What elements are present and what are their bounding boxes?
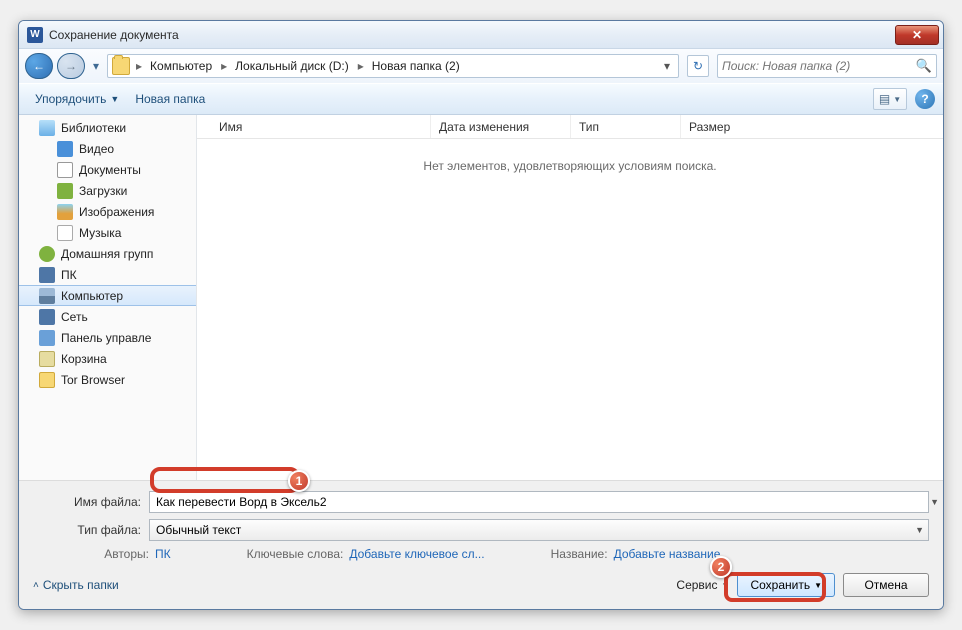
forward-icon: → <box>65 59 77 73</box>
img-icon <box>57 204 73 220</box>
folder-icon <box>112 57 130 75</box>
authors-label: Авторы: <box>104 547 149 561</box>
sidebar-item-сеть[interactable]: Сеть <box>19 306 196 327</box>
sidebar-item-корзина[interactable]: Корзина <box>19 348 196 369</box>
help-button[interactable]: ? <box>915 89 935 109</box>
sidebar-item-label: ПК <box>61 268 77 282</box>
breadcrumb-dropdown[interactable]: ▾ <box>658 59 676 73</box>
sidebar: Библиотеки Видео Документы Загрузки Изображе… <box>19 115 197 480</box>
search-icon: 🔍 <box>916 58 932 74</box>
column-headers: Имя Дата изменения Тип Размер <box>197 115 943 139</box>
sidebar-item-label: Панель управле <box>61 331 151 345</box>
col-date[interactable]: Дата изменения <box>431 115 571 138</box>
nav-history-dropdown[interactable]: ▾ <box>89 53 103 79</box>
breadcrumb-folder[interactable]: Новая папка (2) <box>366 55 467 77</box>
down-icon <box>57 183 73 199</box>
sidebar-item-загрузки[interactable]: Загрузки <box>19 180 196 201</box>
sidebar-item-видео[interactable]: Видео <box>19 138 196 159</box>
annotation-badge-2: 2 <box>710 556 732 578</box>
doc-title-value[interactable]: Добавьте название <box>614 547 721 561</box>
breadcrumb[interactable]: ▸ Компьютер ▸ Локальный диск (D:) ▸ Нова… <box>107 54 679 78</box>
sidebar-item-label: Документы <box>79 163 141 177</box>
trash-icon <box>39 351 55 367</box>
sidebar-item-домашняя-групп[interactable]: Домашняя групп <box>19 243 196 264</box>
chevron-up-icon: ˄ <box>33 580 39 591</box>
filetype-combo[interactable]: Обычный текст▼ <box>149 519 929 541</box>
save-dialog: W Сохранение документа ✕ ← → ▾ ▸ Компьют… <box>18 20 944 610</box>
breadcrumb-computer[interactable]: Компьютер <box>144 55 219 77</box>
organize-button[interactable]: Упорядочить▼ <box>27 88 127 110</box>
sidebar-item-label: Изображения <box>79 205 154 219</box>
sidebar-item-панель-управле[interactable]: Панель управле <box>19 327 196 348</box>
sidebar-item-label: Корзина <box>61 352 107 366</box>
breadcrumb-drive[interactable]: Локальный диск (D:) <box>229 55 356 77</box>
sidebar-item-документы[interactable]: Документы <box>19 159 196 180</box>
filetype-label: Тип файла: <box>33 523 149 537</box>
filename-input[interactable]: Как перевести Ворд в Эксель2▼ <box>149 491 929 513</box>
back-icon: ← <box>33 59 45 73</box>
window-title: Сохранение документа <box>49 28 179 42</box>
navigation-bar: ← → ▾ ▸ Компьютер ▸ Локальный диск (D:) … <box>19 49 943 83</box>
folder-icon <box>39 372 55 388</box>
sidebar-item-label: Библиотеки <box>61 121 126 135</box>
back-button[interactable]: ← <box>25 53 53 79</box>
sidebar-item-label: Загрузки <box>79 184 127 198</box>
file-list-pane: Имя Дата изменения Тип Размер Нет элемен… <box>197 115 943 480</box>
breadcrumb-sep: ▸ <box>134 59 144 73</box>
empty-state-text: Нет элементов, удовлетворяющих условиям … <box>197 139 943 480</box>
sidebar-item-label: Видео <box>79 142 114 156</box>
pc-icon <box>39 267 55 283</box>
keywords-value[interactable]: Добавьте ключевое сл... <box>349 547 484 561</box>
titlebar: W Сохранение документа ✕ <box>19 21 943 49</box>
filename-label: Имя файла: <box>33 495 149 509</box>
lib-icon <box>39 120 55 136</box>
net-icon <box>39 309 55 325</box>
authors-value[interactable]: ПК <box>155 547 171 561</box>
save-button[interactable]: Сохранить▼ <box>737 573 835 597</box>
hide-folders-button[interactable]: ˄ Скрыть папки <box>33 578 119 592</box>
search-box[interactable]: 🔍 <box>717 54 937 78</box>
close-button[interactable]: ✕ <box>895 25 939 45</box>
cpl-icon <box>39 330 55 346</box>
help-icon: ? <box>921 92 928 106</box>
close-icon: ✕ <box>912 28 922 42</box>
annotation-badge-1: 1 <box>288 470 310 492</box>
sidebar-item-компьютер[interactable]: Компьютер <box>19 285 196 306</box>
chevron-down-icon: ▾ <box>93 59 99 73</box>
home-icon <box>39 246 55 262</box>
word-app-icon: W <box>27 27 43 43</box>
refresh-button[interactable]: ↻ <box>687 55 709 77</box>
col-type[interactable]: Тип <box>571 115 681 138</box>
doc-title-label: Название: <box>551 547 608 561</box>
sidebar-item-label: Компьютер <box>61 289 123 303</box>
keywords-label: Ключевые слова: <box>247 547 344 561</box>
sidebar-item-label: Tor Browser <box>61 373 125 387</box>
sidebar-item-изображения[interactable]: Изображения <box>19 201 196 222</box>
sidebar-item-музыка[interactable]: Музыка <box>19 222 196 243</box>
col-name[interactable]: Имя <box>211 115 431 138</box>
service-menu[interactable]: Сервис▼ <box>676 578 729 592</box>
col-size[interactable]: Размер <box>681 115 771 138</box>
new-folder-button[interactable]: Новая папка <box>127 88 213 110</box>
footer: Имя файла: Как перевести Ворд в Эксель2▼… <box>19 480 943 609</box>
search-input[interactable] <box>722 59 916 73</box>
video-icon <box>57 141 73 157</box>
sidebar-item-label: Домашняя групп <box>61 247 153 261</box>
sidebar-item-tor-browser[interactable]: Tor Browser <box>19 369 196 390</box>
sidebar-item-label: Сеть <box>61 310 88 324</box>
sidebar-item-пк[interactable]: ПК <box>19 264 196 285</box>
cancel-button[interactable]: Отмена <box>843 573 929 597</box>
view-list-icon: ▤ <box>879 92 890 106</box>
doc-icon <box>57 162 73 178</box>
toolbar: Упорядочить▼ Новая папка ▤▼ ? <box>19 83 943 115</box>
sidebar-item-label: Музыка <box>79 226 121 240</box>
music-icon <box>57 225 73 241</box>
refresh-icon: ↻ <box>693 59 703 73</box>
comp-icon <box>39 288 55 304</box>
chevron-down-icon: ▼ <box>110 94 119 104</box>
forward-button[interactable]: → <box>57 53 85 79</box>
view-mode-button[interactable]: ▤▼ <box>873 88 907 110</box>
sidebar-item-библиотеки[interactable]: Библиотеки <box>19 117 196 138</box>
